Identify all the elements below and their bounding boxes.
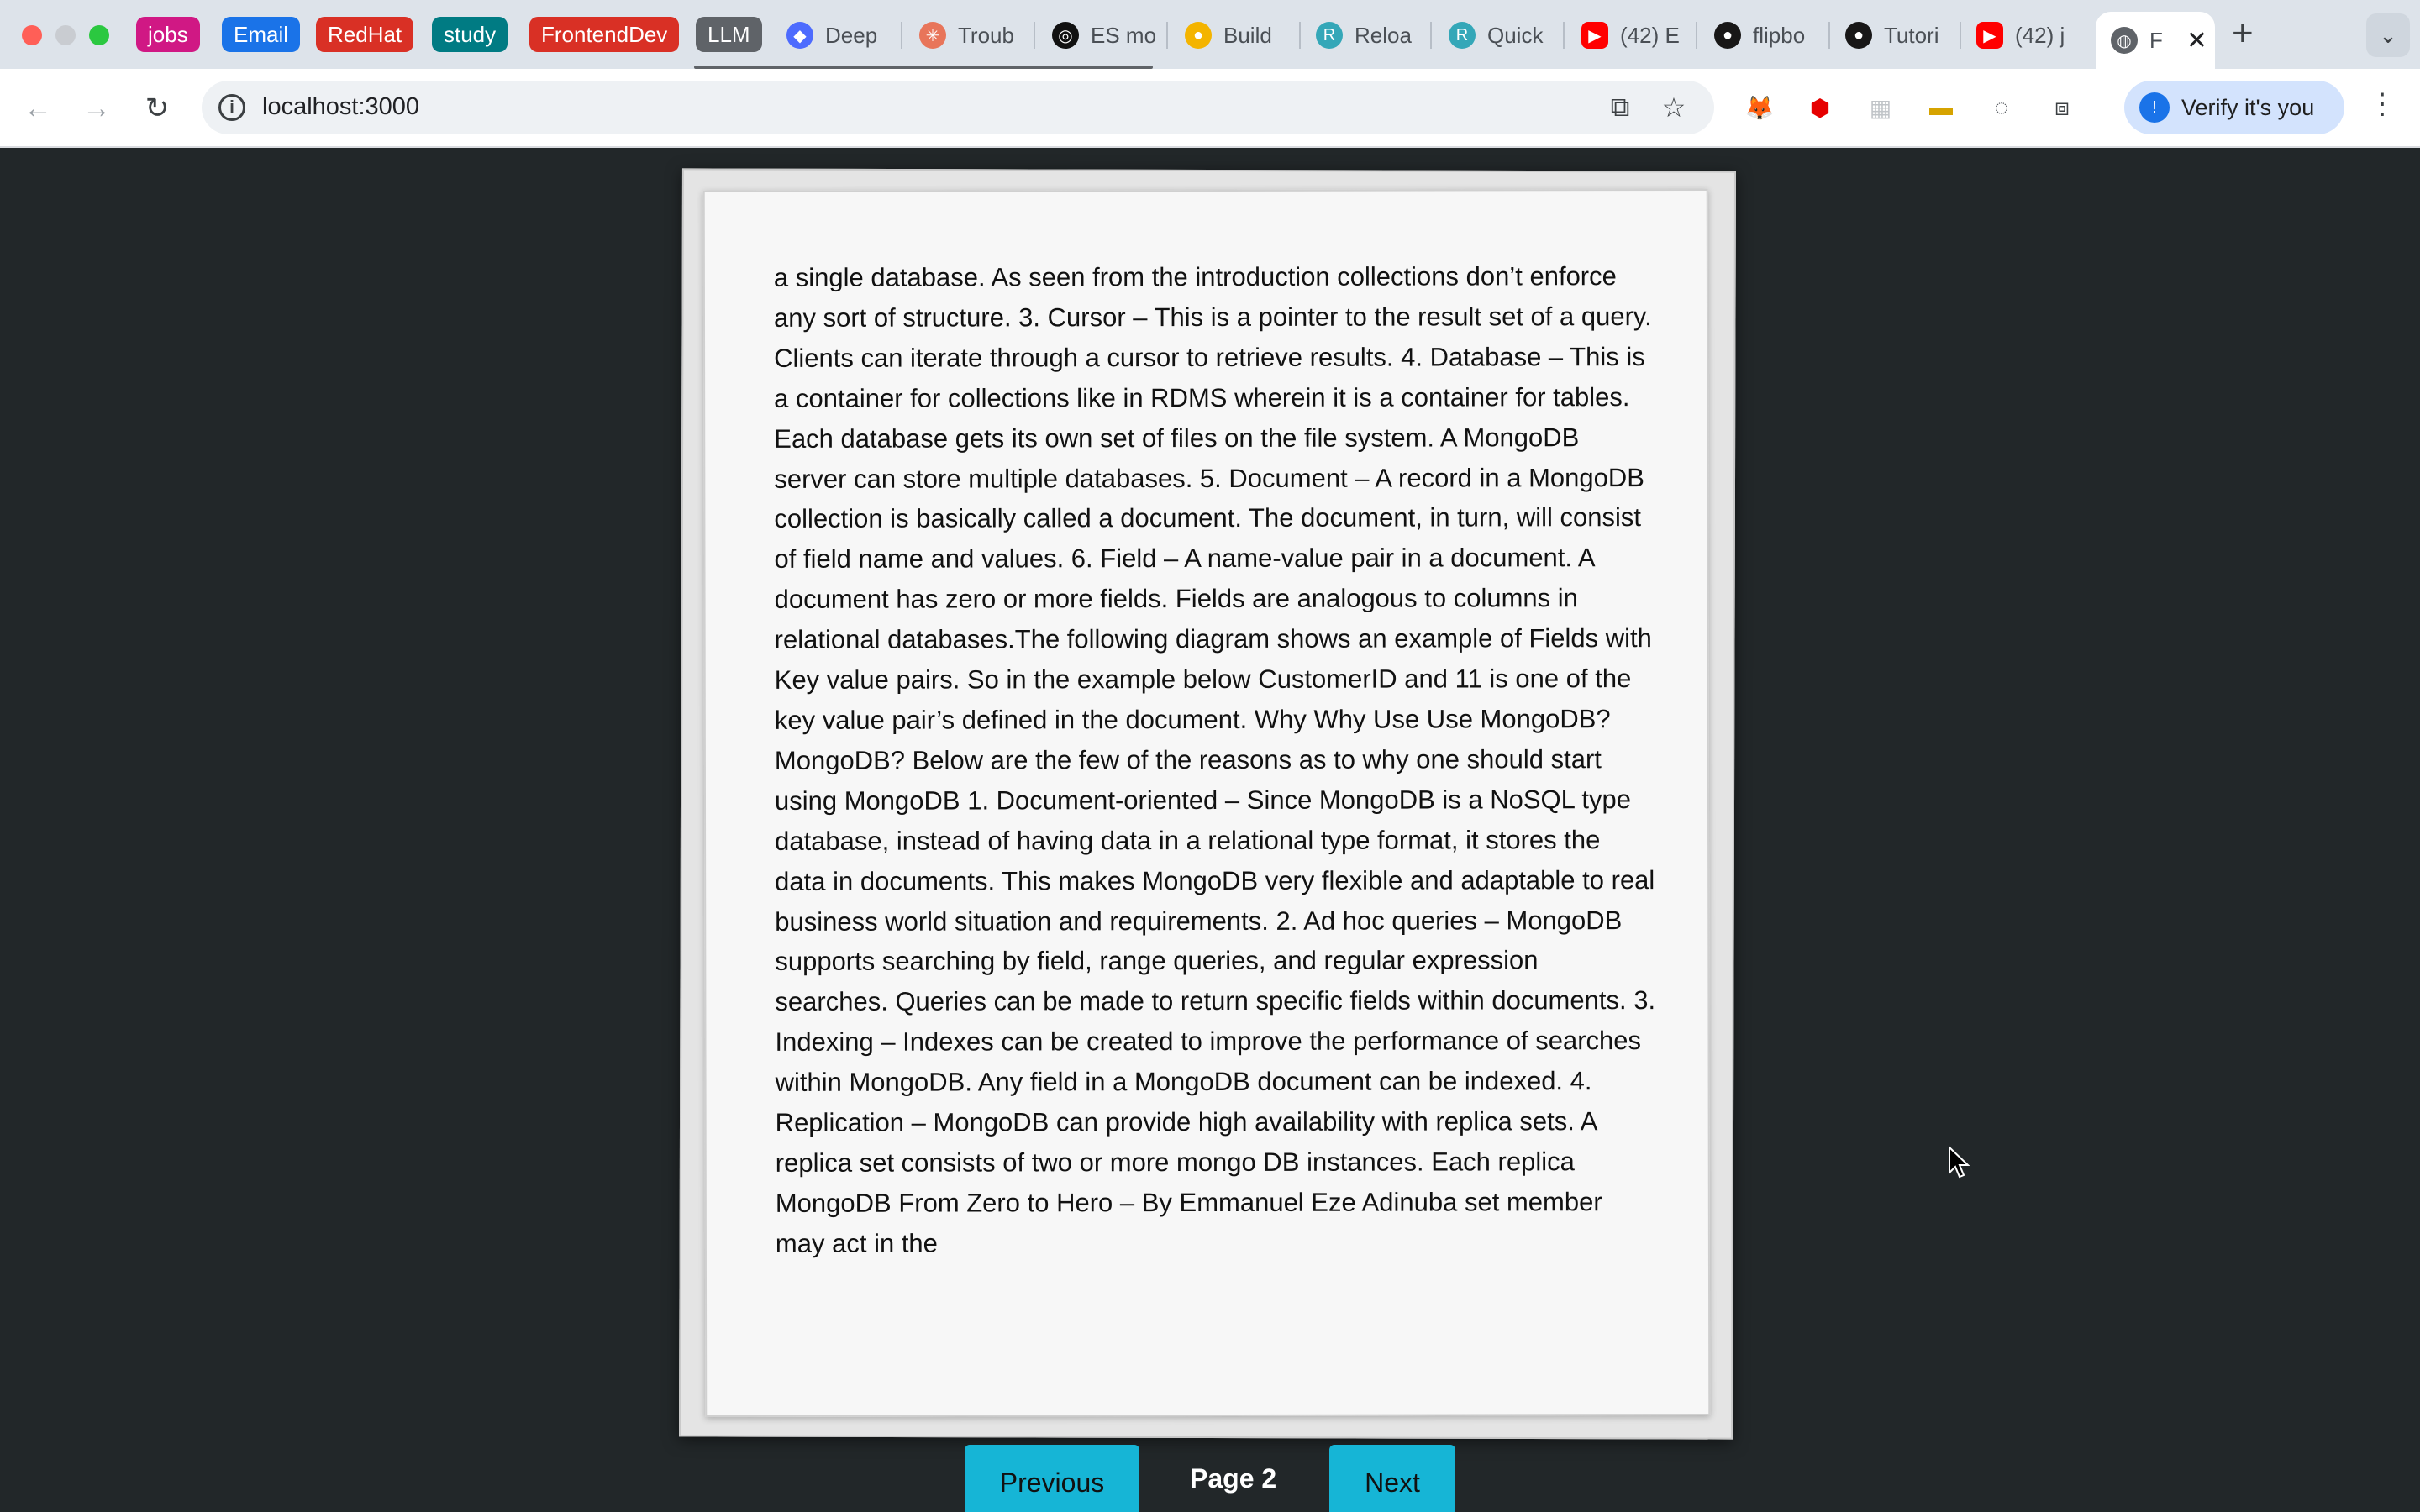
site-info-icon[interactable]: i: [218, 94, 245, 121]
youtube-icon: ▶: [1976, 22, 2003, 49]
globe-icon: ◍: [2111, 27, 2138, 54]
reload-icon: ↻: [145, 92, 170, 124]
extension-circle-icon[interactable]: ◌: [1985, 91, 2018, 124]
tab-group-jobs[interactable]: jobs: [136, 17, 200, 52]
window-zoom-button[interactable]: [89, 25, 109, 45]
tab-youtube-e[interactable]: ▶ (42) E: [1581, 12, 1697, 59]
github-icon: ●: [1714, 22, 1741, 49]
extension-gray-icon[interactable]: ▦: [1864, 91, 1897, 124]
tab-title: F: [2149, 27, 2163, 53]
tab-title: (42) E: [1620, 22, 1680, 48]
window-minimize-button[interactable]: [55, 25, 76, 45]
next-button[interactable]: Next: [1329, 1445, 1455, 1512]
pagination: Previous Page 2 Next: [0, 1445, 2420, 1512]
tab-youtube-j[interactable]: ▶ (42) j: [1976, 12, 2091, 59]
profile-alert-icon: !: [2139, 92, 2170, 123]
deepseek-icon: ◆: [786, 22, 813, 49]
address-bar[interactable]: i localhost:3000 ⧉ ☆: [202, 81, 1714, 134]
tab-title: Quick: [1487, 22, 1544, 48]
verify-label: Verify it's you: [2181, 94, 2315, 120]
github-icon: ●: [1845, 22, 1872, 49]
tab-title: (42) j: [2015, 22, 2065, 48]
tab-group-study[interactable]: study: [432, 17, 508, 52]
extension-yellow-icon[interactable]: ▬: [1924, 91, 1958, 124]
tab-title: flipbo: [1753, 22, 1806, 48]
tab-strip: jobs Email RedHat study FrontendDev LLM …: [0, 0, 2420, 69]
tab-group-email[interactable]: Email: [222, 17, 301, 52]
tab-group-frontenddev[interactable]: FrontendDev: [529, 17, 680, 52]
tab-title: Tutori: [1884, 22, 1939, 48]
tab-group-llm[interactable]: LLM: [696, 17, 762, 52]
adblock-icon[interactable]: ⬢: [1803, 91, 1837, 124]
tab-active[interactable]: ◍ F ✕: [2096, 12, 2215, 69]
page-text: a single database. As seen from the intr…: [773, 261, 1656, 1258]
extensions-puzzle-icon[interactable]: ⧈: [2045, 91, 2079, 124]
chevron-down-icon: ⌄: [2379, 22, 2397, 48]
tab-quick[interactable]: R Quick: [1449, 12, 1565, 59]
reload-button[interactable]: ↻: [136, 87, 178, 129]
arrow-right-icon: →: [82, 92, 111, 124]
tab-troub[interactable]: ✳ Troub: [919, 12, 1035, 59]
mouse-pointer-icon: [1949, 1146, 1970, 1179]
flipbook: a single database. As seen from the intr…: [679, 168, 1736, 1440]
tab-deep[interactable]: ◆ Deep: [786, 12, 902, 59]
tab-title: Build: [1223, 22, 1272, 48]
google-ai-icon: ●: [1185, 22, 1212, 49]
openai-icon: ◎: [1052, 22, 1079, 49]
tab-build[interactable]: ● Build: [1185, 12, 1301, 59]
tab-es-mo[interactable]: ◎ ES mo: [1052, 12, 1168, 59]
back-button[interactable]: ←: [17, 87, 59, 129]
tab-search-button[interactable]: ⌄: [2366, 13, 2410, 57]
url-text[interactable]: localhost:3000: [262, 93, 419, 121]
tab-tutori[interactable]: ● Tutori: [1845, 12, 1961, 59]
new-tab-button[interactable]: +: [2232, 15, 2254, 52]
open-in-app-icon[interactable]: ⧉: [1603, 91, 1637, 124]
youtube-icon: ▶: [1581, 22, 1608, 49]
browser-menu-icon[interactable]: ⋮: [2368, 87, 2396, 121]
forward-button[interactable]: →: [76, 87, 118, 129]
tab-group-redhat[interactable]: RedHat: [316, 17, 414, 52]
tab-reloa[interactable]: R Reloa: [1316, 12, 1432, 59]
metamask-icon[interactable]: 🦊: [1743, 91, 1776, 124]
tab-title: Reloa: [1355, 22, 1412, 48]
page-indicator: Page 2: [1190, 1463, 1277, 1494]
tab-close-icon[interactable]: ✕: [2186, 26, 2207, 55]
claude-icon: ✳: [919, 22, 946, 49]
tab-flipbo[interactable]: ● flipbo: [1714, 12, 1830, 59]
tab-title: ES mo: [1091, 22, 1157, 48]
tab-title: Troub: [958, 22, 1014, 48]
remix-icon: R: [1316, 22, 1343, 49]
bookmark-star-icon[interactable]: ☆: [1657, 91, 1691, 124]
book-page[interactable]: a single database. As seen from the intr…: [702, 188, 1711, 1418]
previous-button[interactable]: Previous: [965, 1445, 1139, 1512]
tab-title: Deep: [825, 22, 878, 48]
verify-profile-button[interactable]: ! Verify it's you: [2124, 81, 2344, 134]
arrow-left-icon: ←: [24, 92, 52, 124]
window-close-button[interactable]: [22, 25, 42, 45]
remix-icon: R: [1449, 22, 1476, 49]
